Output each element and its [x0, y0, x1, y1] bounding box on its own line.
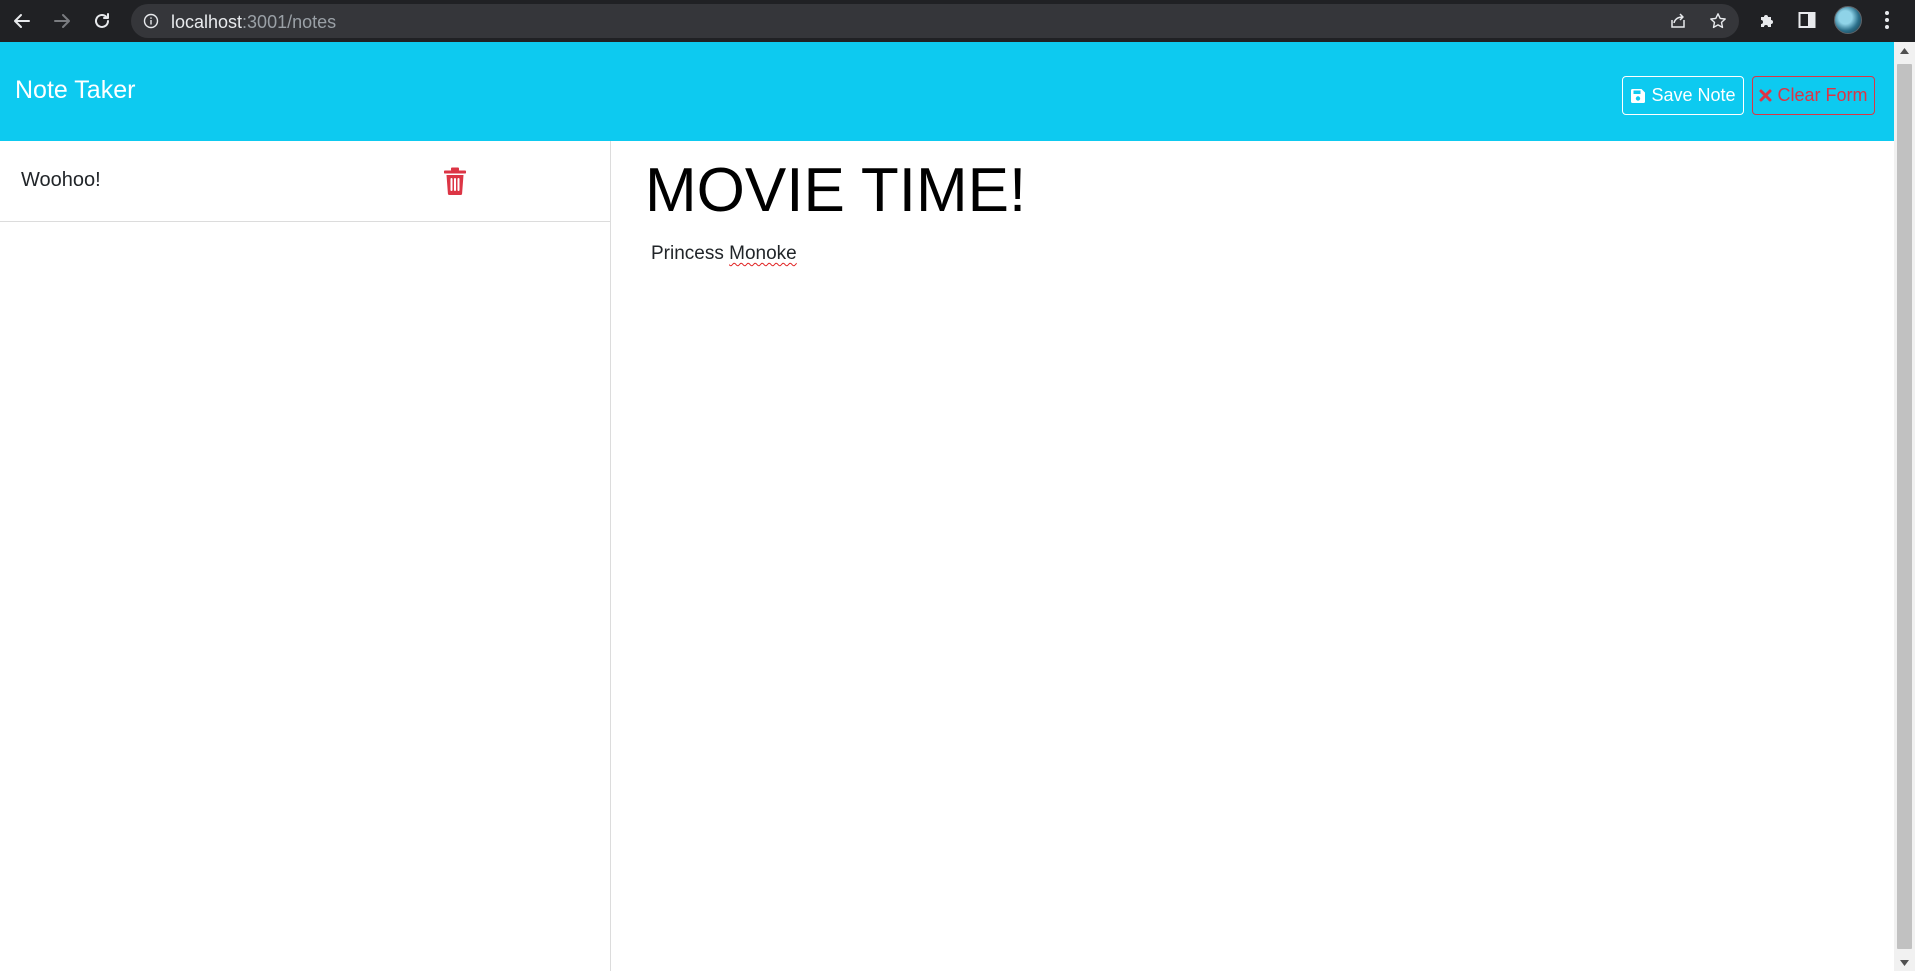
list-item[interactable]: Woohoo! [0, 141, 610, 222]
info-icon[interactable] [143, 13, 159, 29]
address-bar[interactable]: localhost:3001/notes [131, 4, 1739, 38]
notes-list: Woohoo! [0, 141, 611, 971]
app-title[interactable]: Note Taker [15, 76, 135, 105]
note-editor: MOVIE TIME! Princess Monoke [612, 141, 1894, 971]
note-title-input[interactable]: MOVIE TIME! [645, 155, 1845, 226]
scroll-up-button[interactable] [1894, 42, 1915, 59]
note-text-area[interactable]: Princess Monoke [651, 243, 797, 265]
forward-button[interactable] [48, 7, 76, 35]
trash-icon[interactable] [442, 167, 468, 195]
menu-button[interactable] [1876, 9, 1898, 31]
url-path: :3001/notes [242, 12, 337, 32]
browser-toolbar: localhost:3001/notes [0, 0, 1915, 42]
back-button[interactable] [8, 7, 36, 35]
back-icon [14, 14, 30, 28]
app-header: Note Taker Save Note Clear Form [0, 42, 1894, 141]
save-icon [1631, 88, 1646, 103]
extensions-icon [1761, 15, 1773, 27]
chevron-up-icon [1900, 47, 1909, 54]
side-panel-icon [1798, 12, 1816, 28]
chevron-down-icon [1900, 959, 1909, 966]
note-text-word: Princess [651, 243, 724, 264]
clear-form-label: Clear Form [1777, 85, 1868, 105]
share-icon[interactable] [1669, 12, 1687, 30]
star-icon[interactable] [1709, 12, 1727, 30]
forward-icon [54, 14, 70, 28]
avatar[interactable] [1834, 6, 1862, 34]
close-icon [1759, 89, 1772, 102]
scroll-thumb[interactable] [1897, 64, 1912, 949]
url-host: localhost [171, 12, 243, 32]
menu-icon [1885, 11, 1889, 29]
save-note-label: Save Note [1651, 85, 1736, 105]
note-list-title[interactable]: Woohoo! [21, 169, 101, 192]
scroll-down-button[interactable] [1894, 954, 1915, 971]
page-scrollbar[interactable] [1894, 42, 1915, 971]
save-note-button[interactable]: Save Note [1622, 76, 1744, 115]
reload-button[interactable] [88, 7, 116, 35]
clear-form-button[interactable]: Clear Form [1752, 76, 1875, 115]
side-panel-button[interactable] [1796, 9, 1818, 31]
reload-icon [95, 13, 109, 28]
url-text: localhost:3001/notes [171, 12, 336, 33]
misspelled-word: Monoke [729, 243, 797, 264]
extensions-button[interactable] [1756, 9, 1778, 31]
